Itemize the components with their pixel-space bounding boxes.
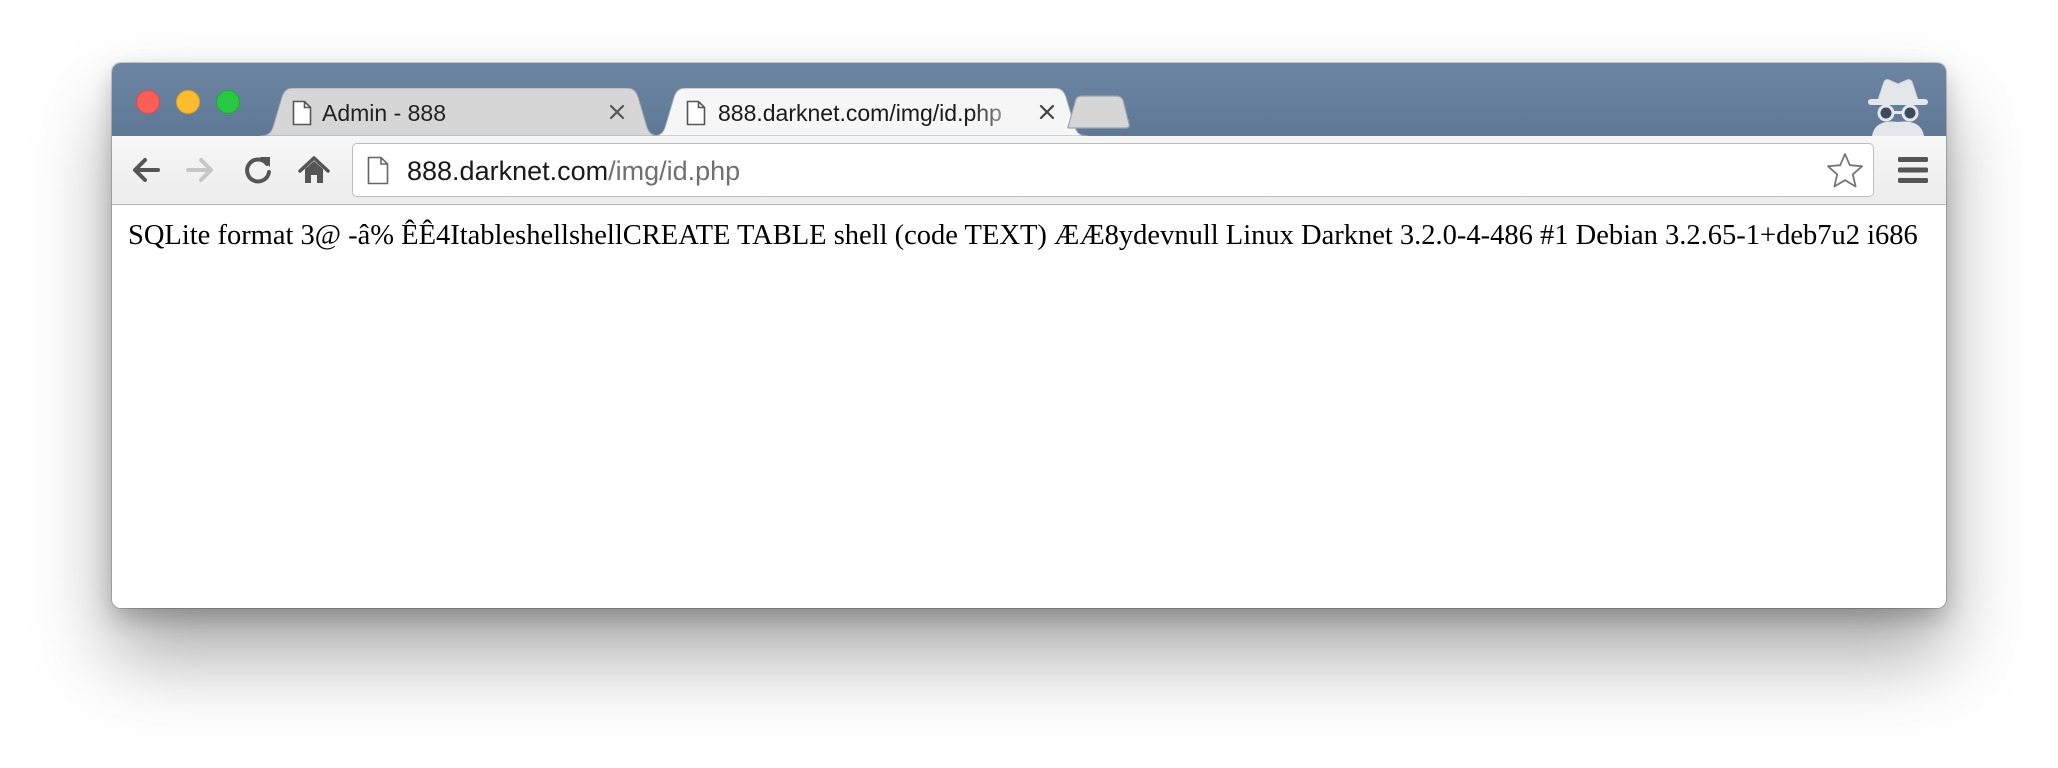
arrow-right-icon[interactable]: [182, 152, 218, 188]
star-icon[interactable]: [1825, 151, 1865, 191]
incognito-icon: [1868, 79, 1928, 136]
browser-window: Admin - 888 888.darknet.com/img/id.php 8…: [112, 63, 1946, 608]
title-bar: Admin - 888 888.darknet.com/img/id.php: [112, 63, 1946, 136]
hamburger-menu-icon[interactable]: [1896, 154, 1930, 186]
toolbar: 888.darknet.com/img/id.php: [112, 136, 1946, 205]
reload-icon[interactable]: [240, 152, 276, 188]
document-icon: [686, 100, 706, 126]
window-close-button[interactable]: [136, 90, 160, 114]
url-host: 888.darknet.com: [407, 156, 609, 186]
close-icon[interactable]: [606, 101, 628, 123]
arrow-left-icon[interactable]: [128, 152, 164, 188]
document-icon: [292, 100, 312, 126]
close-icon[interactable]: [1036, 101, 1058, 123]
window-zoom-button[interactable]: [216, 90, 240, 114]
home-icon[interactable]: [296, 152, 332, 188]
tab-title: Admin - 888: [322, 100, 447, 126]
page-content: SQLite format 3@ -â% ÊÊ4Itableshellshell…: [112, 205, 1946, 608]
tab-id-php[interactable]: 888.darknet.com/img/id.php: [652, 88, 1088, 136]
url-path: /img/id.php: [608, 156, 741, 186]
page-icon: [367, 156, 389, 185]
window-minimize-button[interactable]: [176, 90, 200, 114]
url-text[interactable]: 888.darknet.com/img/id.php: [407, 156, 740, 186]
address-bar[interactable]: 888.darknet.com/img/id.php: [352, 143, 1874, 197]
page-body-text: SQLite format 3@ -â% ÊÊ4Itableshellshell…: [128, 220, 1918, 251]
tab-title: 888.darknet.com/img/id.php: [718, 100, 1002, 126]
new-tab-button[interactable]: [1066, 95, 1130, 129]
tab-admin[interactable]: Admin - 888: [260, 88, 660, 136]
